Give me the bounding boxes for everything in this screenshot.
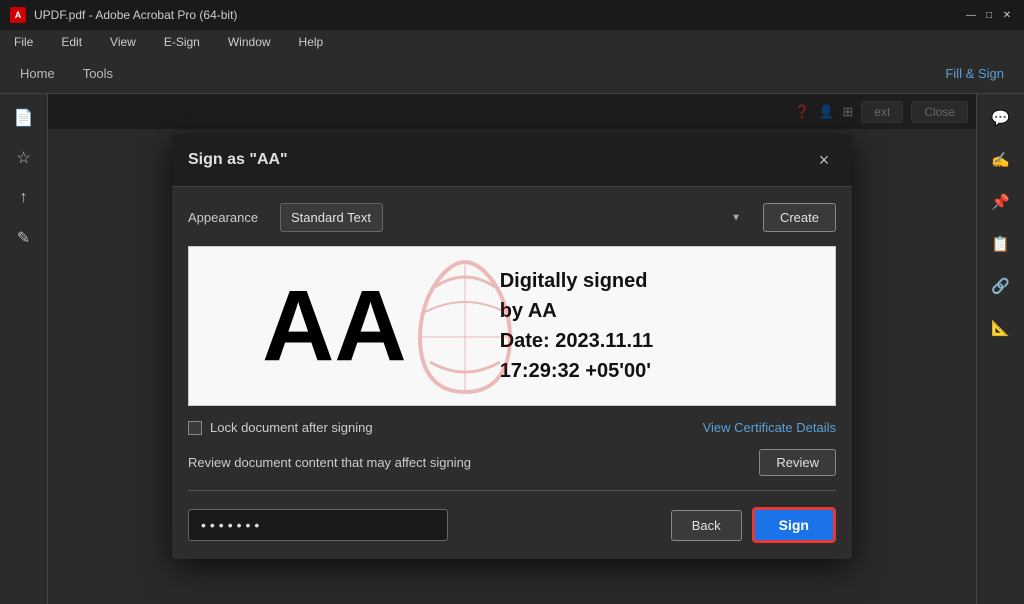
appearance-row: Appearance Standard Text Create	[188, 203, 836, 232]
password-input[interactable]	[188, 509, 448, 541]
menu-window[interactable]: Window	[222, 33, 277, 51]
menu-esign[interactable]: E-Sign	[158, 33, 206, 51]
right-sidebar: 💬 ✍ 📌 📋 🔗 📐	[976, 94, 1024, 604]
rs-icon-measure[interactable]: 📐	[985, 312, 1017, 344]
sidebar-icon-edit[interactable]: ✎	[8, 222, 40, 254]
rs-icon-pen[interactable]: ✍	[985, 144, 1017, 176]
sign-button[interactable]: Sign	[752, 507, 836, 543]
sidebar-icon-upload[interactable]: ↑	[8, 182, 40, 214]
bottom-row: Back Sign	[188, 507, 836, 543]
create-button[interactable]: Create	[763, 203, 836, 232]
appearance-select-wrapper: Standard Text	[280, 203, 751, 232]
sign-dialog: Sign as "AA" × Appearance Standard Text …	[172, 134, 852, 559]
tab-home[interactable]: Home	[12, 62, 63, 85]
window-title: UPDF.pdf - Adobe Acrobat Pro (64-bit)	[34, 8, 237, 22]
review-button[interactable]: Review	[759, 449, 836, 476]
adobe-watermark	[415, 257, 535, 395]
tab-tools[interactable]: Tools	[75, 62, 121, 85]
close-window-button[interactable]: ✕	[1000, 8, 1014, 22]
fill-sign-label: Fill & Sign	[937, 62, 1012, 85]
rs-icon-link[interactable]: 🔗	[985, 270, 1017, 302]
rs-icon-form[interactable]: 📋	[985, 228, 1017, 260]
sidebar-icon-bookmark[interactable]: ☆	[8, 142, 40, 174]
left-sidebar: 📄 ☆ ↑ ✎	[0, 94, 48, 604]
appearance-label: Appearance	[188, 210, 268, 225]
rs-icon-attachment[interactable]: 📌	[985, 186, 1017, 218]
nav-bar: Home Tools Fill & Sign	[0, 54, 1024, 94]
lock-left: Lock document after signing	[188, 420, 373, 435]
lock-checkbox[interactable]	[188, 421, 202, 435]
maximize-button[interactable]: □	[982, 8, 996, 22]
lock-label: Lock document after signing	[210, 420, 373, 435]
window-controls[interactable]: — □ ✕	[964, 8, 1014, 22]
title-bar: A UPDF.pdf - Adobe Acrobat Pro (64-bit) …	[0, 0, 1024, 30]
dialog-body: Appearance Standard Text Create AA	[172, 187, 852, 559]
appearance-select[interactable]: Standard Text	[280, 203, 383, 232]
sig-initials: AA	[262, 276, 406, 376]
menu-file[interactable]: File	[8, 33, 39, 51]
menu-view[interactable]: View	[104, 33, 142, 51]
app-icon: A	[10, 7, 26, 23]
back-button[interactable]: Back	[671, 510, 742, 541]
menu-edit[interactable]: Edit	[55, 33, 88, 51]
rs-icon-comment[interactable]: 💬	[985, 102, 1017, 134]
signature-preview: AA	[188, 246, 836, 406]
menu-bar: File Edit View E-Sign Window Help	[0, 30, 1024, 54]
main-area: 📄 ☆ ↑ ✎ ❓ 👤 ⊞ ext Close Sign as "AA" ×	[0, 94, 1024, 604]
review-row: Review document content that may affect …	[188, 449, 836, 491]
cert-details-link[interactable]: View Certificate Details	[703, 420, 836, 435]
menu-help[interactable]: Help	[293, 33, 330, 51]
bottom-buttons: Back Sign	[671, 507, 836, 543]
dialog-close-button[interactable]: ×	[812, 148, 836, 172]
dialog-header: Sign as "AA" ×	[172, 134, 852, 187]
dialog-title: Sign as "AA"	[188, 151, 288, 169]
review-label: Review document content that may affect …	[188, 455, 471, 470]
title-bar-left: A UPDF.pdf - Adobe Acrobat Pro (64-bit)	[10, 7, 237, 23]
content-area: ❓ 👤 ⊞ ext Close Sign as "AA" × Appearanc…	[48, 94, 976, 604]
modal-overlay: Sign as "AA" × Appearance Standard Text …	[48, 94, 976, 604]
sidebar-icon-document[interactable]: 📄	[8, 102, 40, 134]
minimize-button[interactable]: —	[964, 8, 978, 22]
lock-row: Lock document after signing View Certifi…	[188, 420, 836, 435]
